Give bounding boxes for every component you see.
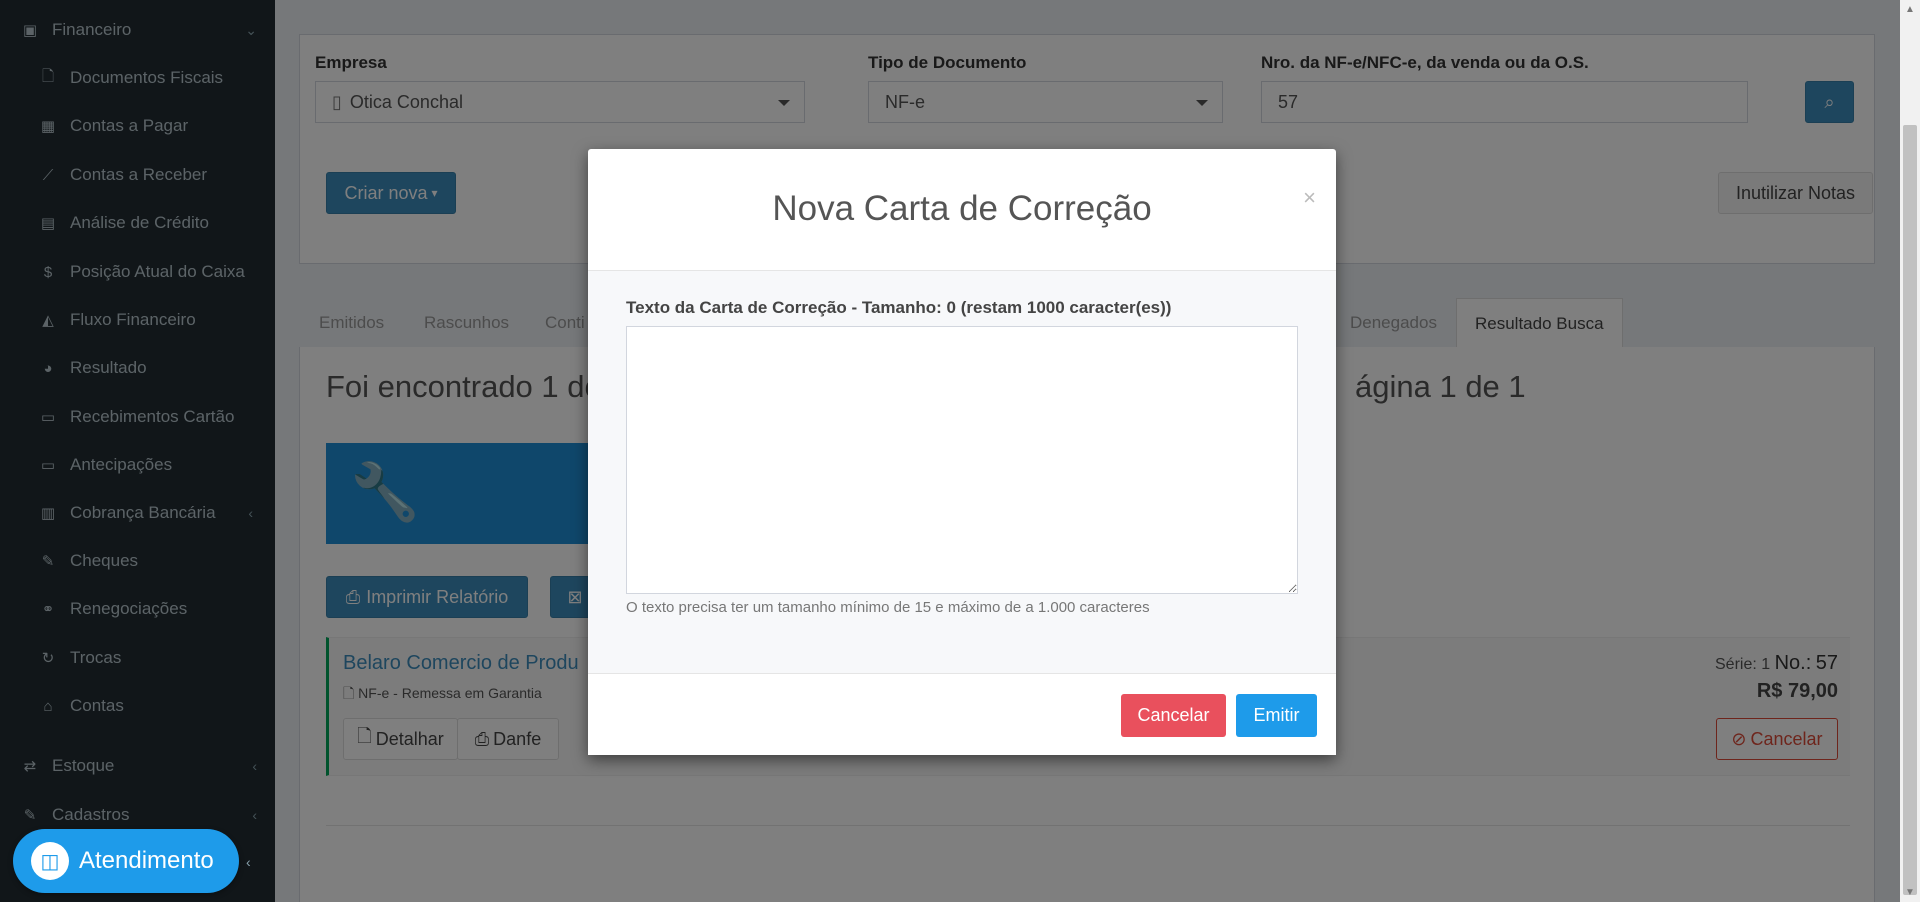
modal-footer: Cancelar Emitir	[588, 673, 1336, 755]
chevron-left-icon: ‹	[246, 854, 251, 870]
book-icon: ◫	[31, 842, 69, 880]
carta-correcao-label: Texto da Carta de Correção - Tamanho: 0 …	[626, 298, 1172, 317]
cancel-button[interactable]: Cancelar	[1121, 694, 1226, 737]
modal-title: Nova Carta de Correção	[772, 189, 1152, 228]
carta-correcao-textarea[interactable]	[626, 326, 1298, 594]
modal-body: Texto da Carta de Correção - Tamanho: 0 …	[588, 271, 1336, 673]
page-scrollbar[interactable]: ▲ ▼	[1900, 0, 1920, 902]
carta-correcao-modal: Nova Carta de Correção × Texto da Carta …	[588, 149, 1336, 755]
atendimento-label: Atendimento	[79, 847, 214, 874]
scroll-up-icon[interactable]: ▲	[1905, 4, 1915, 15]
scrollbar-thumb[interactable]	[1903, 125, 1917, 895]
carta-correcao-help-text: O texto precisa ter um tamanho mínimo de…	[626, 599, 1150, 616]
close-icon[interactable]: ×	[1303, 185, 1316, 211]
scroll-down-icon[interactable]: ▼	[1905, 887, 1915, 898]
modal-header: Nova Carta de Correção ×	[588, 149, 1336, 271]
emitir-button[interactable]: Emitir	[1236, 694, 1317, 737]
atendimento-button[interactable]: ◫ Atendimento	[13, 829, 239, 893]
